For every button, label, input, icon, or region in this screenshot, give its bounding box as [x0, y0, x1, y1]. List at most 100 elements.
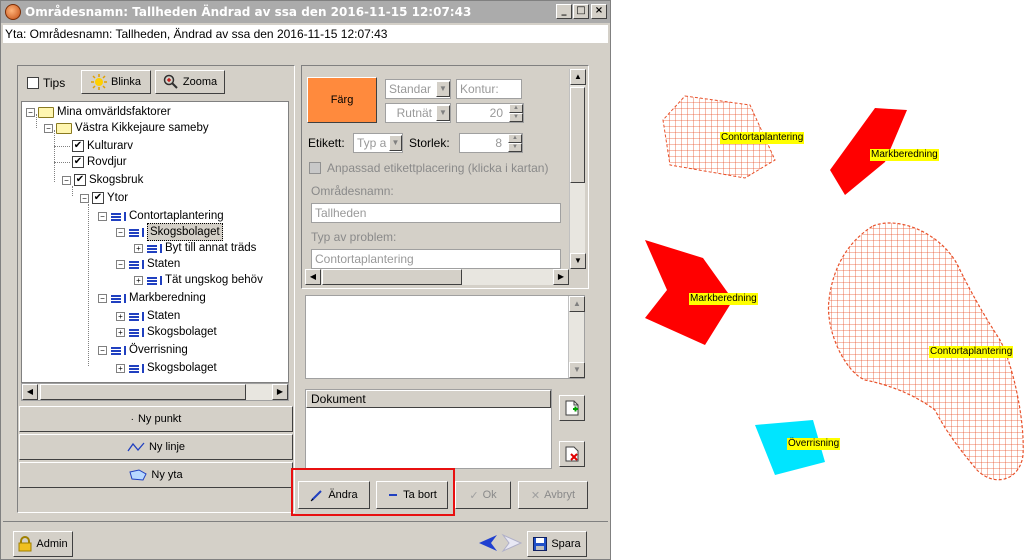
- collapse-icon[interactable]: −: [116, 227, 125, 237]
- scroll-right-icon[interactable]: ▶: [272, 384, 288, 400]
- collapse-icon[interactable]: −: [116, 259, 125, 269]
- map-canvas[interactable]: Contortaplantering Markberedning Markber…: [615, 0, 1033, 560]
- tree-node-kulturarv[interactable]: ✔ Kulturarv: [72, 138, 133, 154]
- expand-icon[interactable]: +: [134, 275, 143, 285]
- tree-node-ytor[interactable]: − ✔ Ytor: [80, 190, 128, 206]
- layer-icon: [128, 363, 144, 374]
- tree-node-root[interactable]: − Mina omvärldsfaktorer: [26, 104, 171, 120]
- props-vscrollbar[interactable]: ▲ ▼: [569, 69, 586, 269]
- storlek-stepper[interactable]: 8 ▲ ▼: [459, 133, 523, 153]
- tree-node-overrisning[interactable]: − Överrisning: [98, 342, 188, 358]
- expand-icon[interactable]: +: [134, 243, 143, 253]
- tree-node-skogsbruk[interactable]: − ✔ Skogsbruk: [62, 172, 143, 188]
- typ-input[interactable]: Contortaplantering: [311, 249, 561, 269]
- scroll-left-icon[interactable]: ◀: [22, 384, 38, 400]
- back-arrow-icon[interactable]: [477, 533, 499, 556]
- scroll-down-icon[interactable]: ▼: [570, 253, 586, 269]
- tree-node-staten[interactable]: − Staten: [116, 256, 180, 272]
- kontur-field[interactable]: Kontur:: [456, 79, 522, 99]
- ny-yta-button[interactable]: Ny yta: [19, 462, 293, 488]
- tree-node-skogsbolaget[interactable]: + Skogsbolaget: [116, 360, 217, 376]
- spara-button[interactable]: Spara: [527, 531, 587, 557]
- scroll-up-icon[interactable]: ▲: [569, 296, 585, 312]
- tree-node-skogsbolaget-selected[interactable]: − Skogsbolaget: [116, 223, 223, 241]
- tree-label: Västra Kikkejaure sameby: [75, 122, 209, 134]
- tree-node-contortaplantering[interactable]: − Contortaplantering: [98, 208, 224, 224]
- scroll-right-icon[interactable]: ▶: [553, 269, 569, 285]
- tips-checkbox[interactable]: [27, 77, 39, 89]
- remove-document-button[interactable]: [559, 441, 585, 467]
- documents-list[interactable]: Dokument: [305, 389, 552, 469]
- admin-button[interactable]: Admin: [13, 531, 73, 557]
- description-scrollbar[interactable]: ▲ ▼: [568, 296, 585, 378]
- farg-button[interactable]: Färg: [307, 77, 377, 123]
- collapse-icon[interactable]: −: [98, 345, 107, 355]
- tree-node-byt[interactable]: + Byt till annat träds: [134, 240, 256, 256]
- anpassad-checkbox[interactable]: [309, 162, 321, 174]
- anpassad-toggle[interactable]: Anpassad etikettplacering (klicka i kart…: [309, 161, 548, 175]
- scroll-thumb[interactable]: [40, 384, 246, 400]
- stepper-up-icon[interactable]: ▲: [509, 104, 523, 113]
- maximize-button[interactable]: □: [573, 4, 589, 19]
- blinka-button[interactable]: Blinka: [81, 70, 151, 94]
- footer-divider: [3, 521, 608, 522]
- scroll-left-icon[interactable]: ◀: [305, 269, 321, 285]
- close-button[interactable]: ×: [591, 4, 607, 19]
- tree-node-markberedning[interactable]: − Markberedning: [98, 290, 206, 306]
- map-layer: [645, 95, 1024, 481]
- omradesnamn-input[interactable]: Tallheden: [311, 203, 561, 223]
- tree-label: Mina omvärldsfaktorer: [57, 106, 171, 118]
- layer-checkbox[interactable]: ✔: [72, 140, 84, 152]
- layer-checkbox[interactable]: ✔: [72, 156, 84, 168]
- collapse-icon[interactable]: −: [62, 175, 71, 185]
- ny-punkt-button[interactable]: · Ny punkt: [19, 406, 293, 432]
- add-document-button[interactable]: [559, 395, 585, 421]
- etikett-label: Etikett:: [308, 136, 345, 150]
- ok-button[interactable]: ✓ Ok: [455, 481, 511, 509]
- stepper-up-icon[interactable]: ▲: [508, 134, 522, 143]
- tips-toggle[interactable]: Tips: [27, 74, 65, 92]
- minimize-button[interactable]: _: [556, 4, 572, 19]
- collapse-icon[interactable]: −: [98, 293, 107, 303]
- ny-linje-button[interactable]: Ny linje: [19, 434, 293, 460]
- etikett-select[interactable]: Typ a ▼: [353, 133, 403, 153]
- scroll-down-icon[interactable]: ▼: [569, 362, 585, 378]
- zooma-button[interactable]: Zooma: [155, 70, 225, 94]
- tree-node-sameby[interactable]: − Västra Kikkejaure sameby: [44, 120, 209, 136]
- layer-checkbox[interactable]: ✔: [74, 174, 86, 186]
- tree-node-tat[interactable]: + Tät ungskog behöv: [134, 272, 263, 288]
- stepper-down-icon[interactable]: ▼: [508, 143, 522, 152]
- scroll-thumb[interactable]: [322, 269, 462, 285]
- width-stepper[interactable]: 20 ▲ ▼: [456, 103, 524, 123]
- title-bar[interactable]: Områdesnamn: Tallheden Ändrad av ssa den…: [1, 1, 610, 23]
- collapse-icon[interactable]: −: [98, 211, 107, 221]
- expand-icon[interactable]: +: [116, 363, 125, 373]
- chevron-down-icon[interactable]: ▼: [436, 105, 450, 121]
- point-icon: ·: [130, 413, 134, 425]
- props-hscrollbar[interactable]: ◀ ▶: [305, 269, 569, 285]
- tree-hscrollbar[interactable]: ◀ ▶: [21, 383, 289, 401]
- style-select[interactable]: Standar ▼: [385, 79, 451, 99]
- tree-node-staten[interactable]: + Staten: [116, 308, 180, 324]
- collapse-icon[interactable]: −: [26, 107, 35, 117]
- forward-arrow-icon[interactable]: [501, 533, 523, 556]
- map-label-overrisning: Överrisning: [787, 438, 841, 450]
- avbryt-button[interactable]: ✕ Avbryt: [518, 481, 588, 509]
- chevron-down-icon[interactable]: ▼: [389, 135, 402, 151]
- tree-node-rovdjur[interactable]: ✔ Rovdjur: [72, 154, 127, 170]
- collapse-icon[interactable]: −: [80, 193, 89, 203]
- pattern-select[interactable]: Rutnät ▼: [385, 103, 451, 123]
- expand-icon[interactable]: +: [116, 327, 125, 337]
- layer-checkbox[interactable]: ✔: [92, 192, 104, 204]
- scroll-thumb[interactable]: [570, 87, 585, 183]
- collapse-icon[interactable]: −: [44, 123, 53, 133]
- stepper-down-icon[interactable]: ▼: [509, 113, 523, 122]
- map-label-markberedning: Markberedning: [870, 149, 939, 161]
- expand-icon[interactable]: +: [116, 311, 125, 321]
- chevron-down-icon[interactable]: ▼: [436, 81, 450, 97]
- new-document-icon: [565, 400, 579, 416]
- tree-node-skogsbolaget[interactable]: + Skogsbolaget: [116, 324, 217, 340]
- window-title: Områdesnamn: Tallheden Ändrad av ssa den…: [25, 5, 472, 19]
- description-textarea[interactable]: ▲ ▼: [305, 295, 585, 379]
- scroll-up-icon[interactable]: ▲: [570, 69, 586, 85]
